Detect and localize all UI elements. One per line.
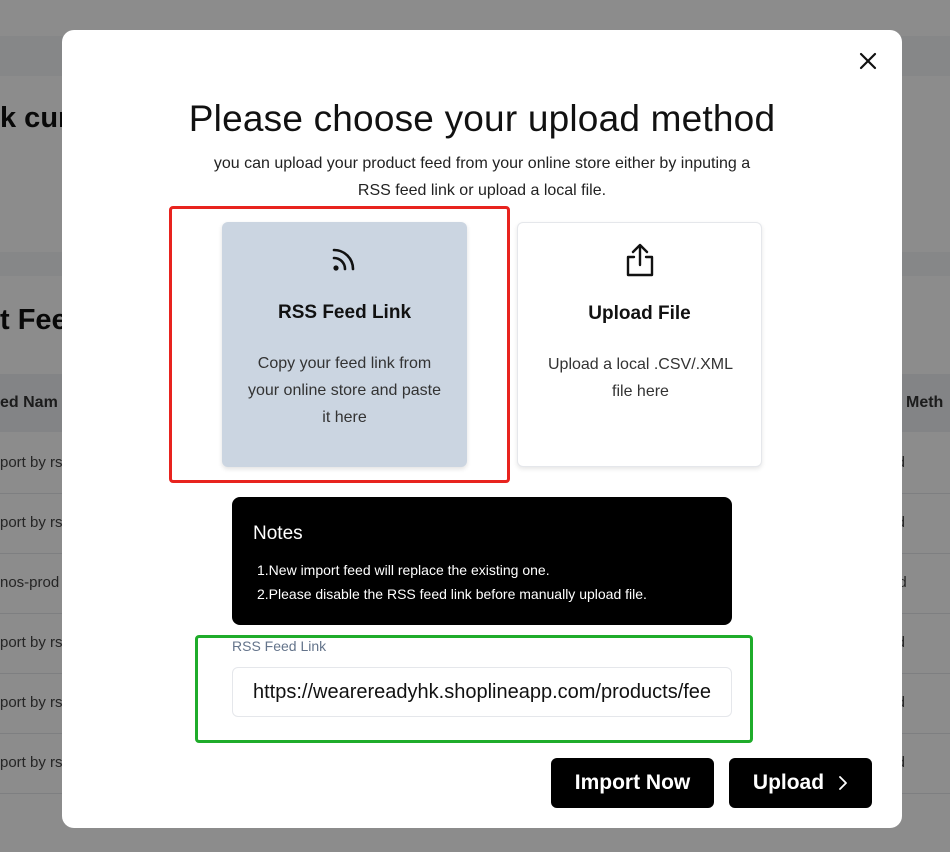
option-rss-feed-link[interactable]: RSS Feed Link Copy your feed link from y… xyxy=(222,222,467,467)
chevron-right-icon xyxy=(839,776,847,790)
notes-box: Notes 1.New import feed will replace the… xyxy=(232,497,732,625)
import-now-button[interactable]: Import Now xyxy=(551,758,714,808)
option-title: Upload File xyxy=(588,303,691,324)
option-title: RSS Feed Link xyxy=(277,302,412,323)
rss-icon xyxy=(332,248,355,271)
modal-subtitle: you can upload your product feed from yo… xyxy=(213,155,751,199)
upload-button[interactable]: Upload xyxy=(729,758,872,808)
notes-line: 1.New import feed will replace the exist… xyxy=(257,562,550,578)
upload-label: Upload xyxy=(752,771,825,794)
option-upload-file[interactable]: Upload File Upload a local .CSV/.XML fil… xyxy=(517,222,762,467)
import-now-label: Import Now xyxy=(574,771,691,794)
share-upload-icon xyxy=(626,243,654,277)
rss-feed-link-input[interactable] xyxy=(232,667,732,717)
modal-title: Please choose your upload method xyxy=(188,98,776,139)
rss-feed-link-label: RSS Feed Link xyxy=(232,638,327,654)
close-button[interactable] xyxy=(855,48,881,74)
option-description: Upload a local .CSV/.XML file here xyxy=(548,356,733,400)
upload-method-modal: Please choose your upload method you can… xyxy=(62,30,902,828)
notes-line: 2.Please disable the RSS feed link befor… xyxy=(257,586,647,602)
notes-title: Notes xyxy=(253,523,303,544)
option-description: Copy your feed link from your online sto… xyxy=(247,355,441,426)
close-icon xyxy=(859,52,877,70)
